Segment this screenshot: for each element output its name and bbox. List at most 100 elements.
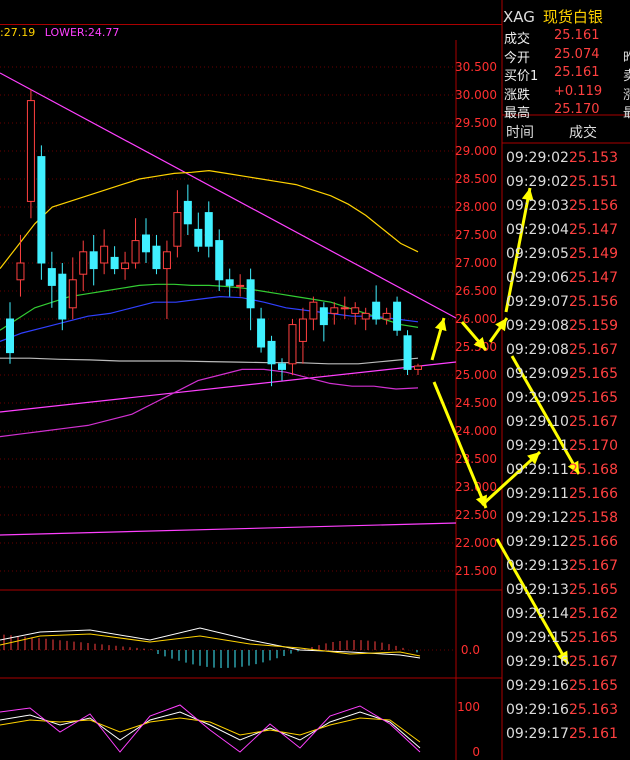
tick-row: 09:29:15 25.165: [506, 630, 618, 646]
tick-row: 09:29:11 25.170: [506, 438, 618, 454]
y-tick-label: 29.000: [455, 144, 497, 158]
candle-body: [288, 324, 297, 365]
tick-row: 09:29:17 25.161: [506, 726, 618, 742]
candle-body: [16, 262, 25, 281]
tick-price: 25.165: [569, 582, 618, 598]
y-tick-label: 26.000: [455, 312, 497, 326]
y-tick-label: 30.500: [455, 60, 497, 74]
tick-time: 09:29:09: [506, 366, 569, 382]
tick-price: 25.167: [569, 414, 618, 430]
quote-row: 成交 25.161: [504, 28, 600, 47]
y-tick-label: 28.000: [455, 200, 497, 214]
y-tick-label: 22.000: [455, 536, 497, 550]
tick-time: 09:29:07: [506, 294, 569, 310]
y-tick-label: 21.500: [455, 564, 497, 578]
candle-body: [58, 273, 67, 320]
tick-time: 09:29:14: [506, 606, 569, 622]
legend-lower: LOWER:24.77: [44, 26, 120, 39]
tick-header-price: 成交: [569, 125, 597, 141]
y-tick-label: 23.500: [455, 452, 497, 466]
candle-body: [162, 251, 171, 270]
tick-price: 25.153: [569, 150, 618, 166]
candle-body: [372, 301, 381, 320]
quote-label: 买价1: [504, 69, 539, 84]
tick-time: 09:29:12: [506, 510, 569, 526]
candle-body: [298, 318, 307, 342]
instrument-symbol: XAG: [503, 8, 535, 26]
tick-header-time: 时间: [506, 125, 534, 141]
candle-body: [68, 279, 77, 309]
candle-body: [100, 245, 109, 264]
tick-time: 09:29:16: [506, 702, 569, 718]
candle-body: [393, 301, 402, 331]
quote-row: 最高 25.170 最: [504, 102, 630, 121]
tick-row: 09:29:03 25.156: [506, 198, 618, 214]
tick-price: 25.166: [569, 486, 618, 502]
tick-time: 09:29:08: [506, 318, 569, 334]
quote-tail: 最: [623, 106, 630, 121]
candle-body: [257, 318, 266, 348]
tick-time: 09:29:11: [506, 438, 569, 454]
y-tick-label: 28.500: [455, 172, 497, 186]
candle-body: [6, 318, 14, 354]
y-tick-label: 25.000: [455, 368, 497, 382]
candle-body: [309, 301, 318, 320]
quote-row: 涨跌 +0.119 涨: [504, 84, 630, 103]
tick-row: 09:29:13 25.167: [506, 558, 618, 574]
tick-price: 25.163: [569, 702, 618, 718]
tick-price: 25.168: [569, 462, 618, 478]
candle-body: [142, 234, 150, 253]
y-tick-label: 24.000: [455, 424, 497, 438]
tick-row: 09:29:07 25.156: [506, 294, 618, 310]
candle-body: [340, 307, 349, 310]
tick-price: 25.165: [569, 678, 618, 694]
y-tick-label: 26.500: [455, 284, 497, 298]
tick-time: 09:29:05: [506, 246, 569, 262]
tick-time: 09:29:11: [506, 462, 569, 478]
tick-time: 09:29:15: [506, 630, 569, 646]
tick-time: 09:29:13: [506, 582, 569, 598]
candle-body: [173, 212, 182, 247]
tick-row: 09:29:13 25.165: [506, 582, 618, 598]
tick-row: 09:29:02 25.151: [506, 174, 618, 190]
candle-body: [403, 335, 412, 370]
tick-price: 25.170: [569, 438, 618, 454]
tick-row: 09:29:08 25.167: [506, 342, 618, 358]
tick-price: 25.151: [569, 174, 618, 190]
tick-time: 09:29:13: [506, 558, 569, 574]
tick-time: 09:29:16: [506, 678, 569, 694]
tick-price: 25.167: [569, 654, 618, 670]
candle-body: [37, 156, 46, 264]
tick-row: 09:29:09 25.165: [506, 390, 618, 406]
quote-label: 涨跌: [504, 87, 531, 103]
tick-row: 09:29:09 25.165: [506, 366, 618, 382]
tick-time: 09:29:08: [506, 342, 569, 358]
candle-body: [152, 245, 161, 270]
sub-axis-label: 0: [472, 745, 480, 759]
candle-body: [79, 251, 88, 275]
tick-time: 09:29:10: [506, 414, 569, 430]
candle-body: [215, 240, 224, 281]
tick-price: 25.158: [569, 510, 618, 526]
tick-time: 09:29:02: [506, 150, 569, 166]
tick-price: 25.165: [569, 366, 618, 382]
tick-row: 09:29:05 25.149: [506, 246, 618, 262]
tick-price: 25.147: [569, 270, 618, 286]
candle-body: [183, 200, 192, 225]
instrument-name: 现货白银: [542, 8, 603, 26]
candle-body: [351, 307, 360, 314]
tick-price: 25.156: [569, 198, 618, 214]
candle-body: [89, 251, 98, 270]
candle-body: [204, 212, 213, 247]
quote-tail: 涨: [623, 87, 630, 103]
quote-value: 25.074: [554, 46, 600, 62]
chart-header-bar: [0, 0, 502, 25]
quote-label: 最高: [504, 106, 531, 121]
y-tick-label: 29.500: [455, 116, 497, 130]
tick-time: 09:29:11: [506, 486, 569, 502]
tick-row: 09:29:08 25.159: [506, 318, 618, 334]
candle-body: [110, 256, 119, 270]
candle-body: [278, 363, 286, 370]
tick-price: 25.166: [569, 534, 618, 550]
tick-time: 09:29:04: [506, 222, 569, 238]
